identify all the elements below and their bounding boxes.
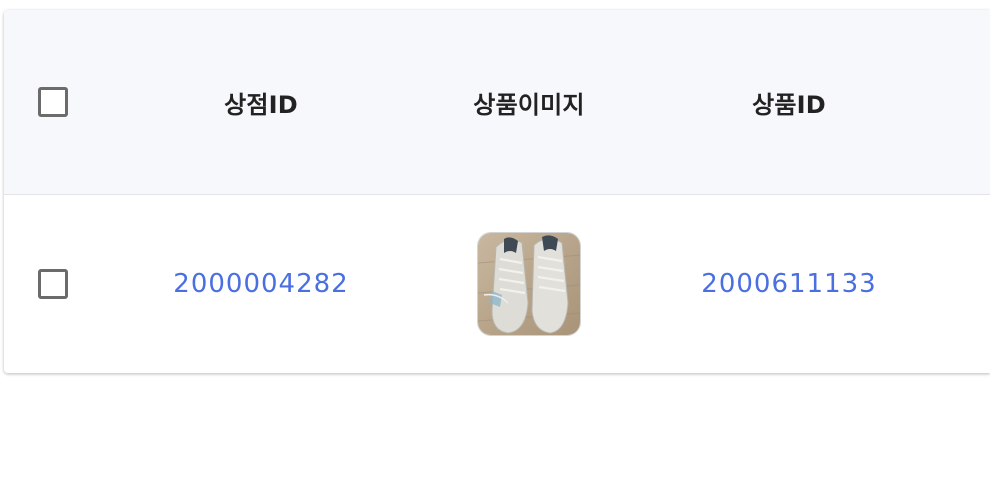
column-header-product-id: 상품ID [752, 90, 826, 119]
store-id-cell: 2000004282 [134, 195, 388, 373]
header-select-cell [24, 10, 88, 194]
product-thumbnail[interactable] [477, 232, 581, 336]
product-id-link[interactable]: 2000611133 [701, 269, 876, 299]
column-header-store-id: 상점ID [224, 90, 298, 119]
shoe-thumbnail-image [478, 233, 580, 335]
row-checkbox[interactable] [38, 269, 68, 299]
table-row: 2000004282 2000611133 [4, 195, 990, 373]
product-table: 상점ID 상품이미지 상품ID 2000004282 2000611133 [4, 10, 990, 373]
select-all-checkbox[interactable] [38, 87, 68, 117]
column-header-product-image: 상품이미지 [473, 90, 585, 119]
table-header-row: 상점ID 상품이미지 상품ID [4, 10, 990, 195]
product-id-cell: 2000611133 [664, 195, 914, 373]
row-select-cell [24, 195, 88, 373]
product-image-cell [404, 195, 654, 373]
store-id-link[interactable]: 2000004282 [173, 269, 348, 299]
header-product-id-cell: 상품ID [664, 10, 914, 194]
header-product-image-cell: 상품이미지 [404, 10, 654, 194]
header-store-id-cell: 상점ID [134, 10, 388, 194]
